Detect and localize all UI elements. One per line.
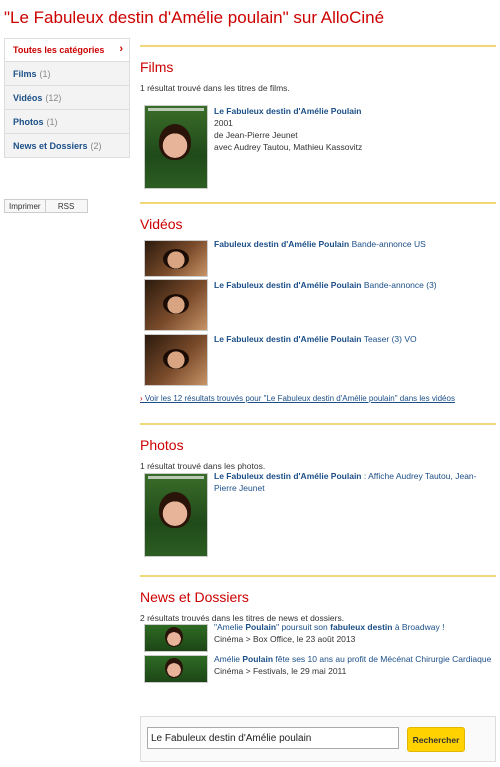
sidebar-item-label: Toutes les catégories (13, 45, 105, 55)
sidebar-item-count: (1) (46, 116, 58, 127)
sidebar-item-count: (2) (90, 140, 102, 151)
sidebar-item-videos[interactable]: Vidéos (12) (4, 86, 130, 110)
category-sidebar: Toutes les catégories › Films (1) Vidéos… (4, 38, 130, 158)
video-type-link[interactable]: Bande-annonce US (349, 239, 426, 249)
photo-title-link[interactable]: Le Fabuleux destin d'Amélie Poulain (214, 471, 362, 481)
video-result: Le Fabuleux destin d'Amélie Poulain Teas… (214, 333, 417, 345)
news-title-link[interactable]: Amélie Poulain fête ses 10 ans au profit… (214, 654, 491, 664)
sidebar-item-news[interactable]: News et Dossiers (2) (4, 134, 130, 158)
all-videos-link[interactable]: Voir les 12 résultats trouvés pour "Le F… (140, 394, 455, 403)
video-thumbnail[interactable] (144, 240, 208, 277)
sidebar-item-label: Vidéos (13, 92, 43, 103)
sidebar-item-films[interactable]: Films (1) (4, 62, 130, 86)
video-result: Le Fabuleux destin d'Amélie Poulain Band… (214, 279, 437, 291)
section-divider (140, 202, 496, 204)
search-button[interactable]: Rechercher (407, 727, 465, 752)
sidebar-item-label: Photos (13, 116, 44, 127)
section-divider (140, 575, 496, 577)
photos-heading: Photos (140, 437, 184, 453)
news-meta: Cinéma > Box Office, le 23 août 2013 (214, 634, 356, 644)
sidebar-item-label: News et Dossiers (13, 140, 88, 151)
search-bar: Rechercher (140, 716, 496, 762)
video-type-link[interactable]: Bande-annonce (3) (362, 280, 437, 290)
sidebar-item-count: (1) (39, 68, 51, 79)
sidebar-item-count: (12) (45, 92, 62, 103)
video-thumbnail[interactable] (144, 334, 208, 386)
video-thumbnail[interactable] (144, 279, 208, 331)
sidebar-item-label: Films (13, 68, 37, 79)
news-section: News et Dossiers 2 résultats trouvés dan… (140, 575, 496, 705)
search-input[interactable] (147, 727, 399, 749)
news-thumbnail[interactable] (144, 655, 208, 683)
film-poster[interactable] (144, 105, 208, 189)
news-item: "Amelie Poulain" poursuit son fabuleux d… (214, 621, 496, 645)
films-section: Films 1 résultat trouvé dans les titres … (140, 45, 496, 195)
news-meta: Cinéma > Festivals, le 29 mai 2011 (214, 666, 347, 676)
section-divider (140, 45, 496, 47)
film-year: 2001 (214, 118, 233, 128)
videos-heading: Vidéos (140, 216, 183, 232)
video-title-link[interactable]: Fabuleux destin d'Amélie Poulain (214, 239, 349, 249)
films-result-count: 1 résultat trouvé dans les titres de fil… (140, 83, 290, 93)
page-title: "Le Fabuleux destin d'Amélie poulain" su… (4, 8, 385, 27)
video-result: Fabuleux destin d'Amélie Poulain Bande-a… (214, 238, 426, 250)
video-title-link[interactable]: Le Fabuleux destin d'Amélie Poulain (214, 280, 362, 290)
news-thumbnail[interactable] (144, 624, 208, 652)
page-tools: Imprimer RSS (4, 199, 88, 213)
films-heading: Films (140, 59, 174, 75)
photo-result: Le Fabuleux destin d'Amélie Poulain : Af… (214, 470, 496, 494)
film-title-link[interactable]: Le Fabuleux destin d'Amélie Poulain (214, 106, 362, 116)
film-director: de Jean-Pierre Jeunet (214, 130, 298, 140)
video-type-link[interactable]: Teaser (3) VO (362, 334, 417, 344)
video-title-link[interactable]: Le Fabuleux destin d'Amélie Poulain (214, 334, 362, 344)
news-heading: News et Dossiers (140, 589, 249, 605)
news-title-link[interactable]: "Amelie Poulain" poursuit son fabuleux d… (214, 622, 444, 632)
videos-section: Vidéos Fabuleux destin d'Amélie Poulain … (140, 202, 496, 412)
film-cast: avec Audrey Tautou, Mathieu Kassovitz (214, 142, 363, 152)
photos-section: Photos 1 résultat trouvé dans les photos… (140, 423, 496, 568)
sidebar-item-all[interactable]: Toutes les catégories › (4, 38, 130, 62)
rss-button[interactable]: RSS (44, 199, 88, 213)
print-button[interactable]: Imprimer (4, 199, 46, 213)
section-divider (140, 423, 496, 425)
chevron-right-icon: › (119, 43, 123, 55)
sidebar-item-photos[interactable]: Photos (1) (4, 110, 130, 134)
photo-thumbnail[interactable] (144, 473, 208, 557)
film-result: Le Fabuleux destin d'Amélie Poulain 2001… (214, 105, 362, 153)
news-item: Amélie Poulain fête ses 10 ans au profit… (214, 653, 496, 677)
